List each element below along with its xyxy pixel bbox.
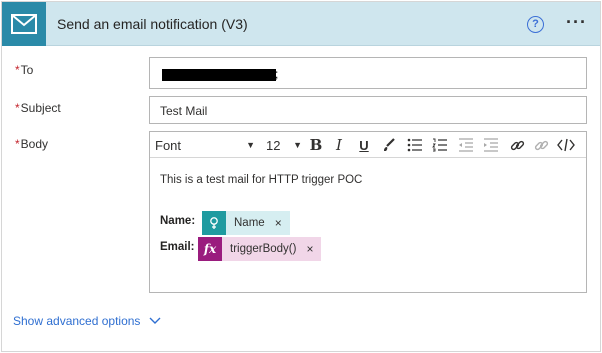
- code-view-icon[interactable]: [557, 135, 575, 155]
- underline-button[interactable]: U: [357, 135, 371, 155]
- mail-icon: [2, 2, 46, 46]
- font-size-select[interactable]: 12 ▼: [266, 135, 302, 155]
- font-select[interactable]: Font ▼: [155, 135, 255, 155]
- function-icon: fx: [198, 237, 222, 261]
- to-field[interactable]: ;: [149, 57, 587, 89]
- chevron-down-icon: ▼: [293, 140, 302, 150]
- action-header[interactable]: Send an email notification (V3) ? ···: [2, 2, 600, 46]
- body-label: *Body: [15, 137, 49, 151]
- chevron-down-icon: [149, 314, 161, 328]
- more-options-icon[interactable]: ···: [566, 12, 587, 33]
- bullet-list-icon[interactable]: [406, 135, 424, 155]
- increase-indent-icon[interactable]: [482, 135, 500, 155]
- decrease-indent-icon[interactable]: [457, 135, 475, 155]
- subject-value: Test Mail: [160, 104, 208, 118]
- http-trigger-icon: [202, 211, 226, 235]
- italic-button[interactable]: I: [333, 135, 345, 155]
- numbered-list-icon[interactable]: [431, 135, 449, 155]
- subject-label: *Subject: [15, 101, 61, 115]
- expression-token[interactable]: fx triggerBody() ×: [198, 237, 322, 261]
- to-value-separator: ;: [275, 67, 279, 81]
- redacted-recipient: [162, 69, 276, 81]
- bold-button[interactable]: B: [308, 135, 324, 155]
- link-icon[interactable]: [508, 135, 526, 155]
- show-advanced-options-link[interactable]: Show advanced options: [13, 314, 161, 328]
- token-label: Name: [234, 217, 265, 229]
- paint-brush-icon[interactable]: [380, 135, 398, 155]
- required-marker: *: [15, 137, 20, 151]
- required-marker: *: [15, 101, 20, 115]
- action-card: Send an email notification (V3) ? ··· *T…: [1, 1, 601, 352]
- unlink-icon[interactable]: [532, 135, 550, 155]
- editor-toolbar: Font ▼ 12 ▼ B I U: [150, 132, 586, 158]
- required-marker: *: [15, 63, 20, 77]
- subject-field[interactable]: Test Mail: [149, 96, 587, 124]
- body-editor[interactable]: Font ▼ 12 ▼ B I U This is a test mail fo…: [149, 131, 587, 293]
- action-title: Send an email notification (V3): [57, 16, 248, 32]
- email-row-label: Email:: [160, 241, 195, 253]
- dynamic-content-token[interactable]: Name ×: [202, 211, 290, 235]
- close-icon[interactable]: ×: [265, 216, 290, 230]
- body-text-line: This is a test mail for HTTP trigger POC: [160, 174, 363, 186]
- name-row-label: Name:: [160, 215, 196, 227]
- chevron-down-icon: ▼: [246, 140, 255, 150]
- to-label: *To: [15, 63, 34, 77]
- close-icon[interactable]: ×: [296, 242, 321, 256]
- token-label: triggerBody(): [230, 243, 297, 255]
- help-icon[interactable]: ?: [527, 16, 544, 33]
